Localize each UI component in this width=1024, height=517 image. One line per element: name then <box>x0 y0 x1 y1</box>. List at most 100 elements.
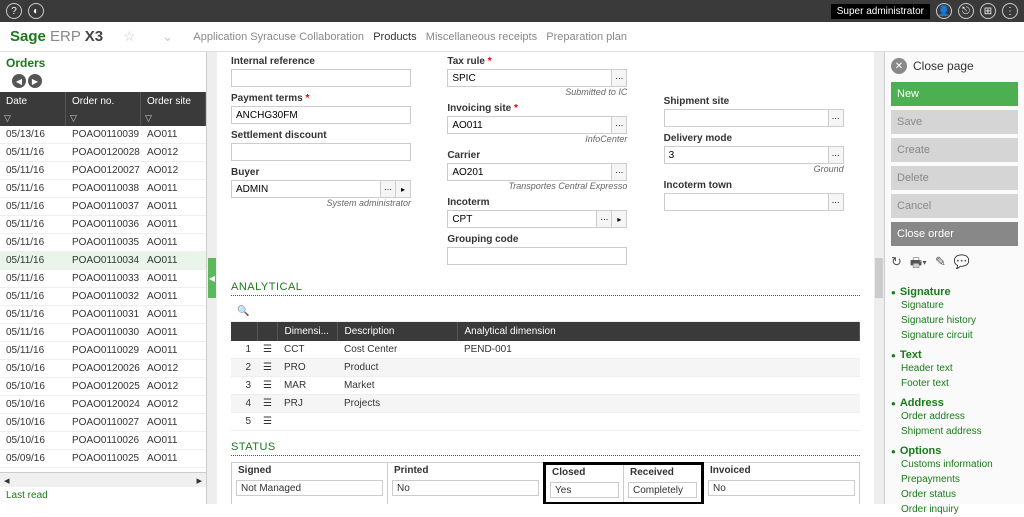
filter-site-icon[interactable]: ▽ <box>141 111 206 126</box>
side-link[interactable]: Order status <box>891 487 1018 502</box>
table-row[interactable]: 05/11/16POAO0110030AO011 <box>0 324 206 342</box>
analytical-row[interactable]: 5☰ <box>231 413 860 431</box>
tax-rule-input[interactable] <box>447 69 612 87</box>
options-section[interactable]: Options <box>891 445 1018 457</box>
col-dimension[interactable]: Dimensi... <box>278 322 338 342</box>
help-icon[interactable]: ? <box>6 3 22 19</box>
side-link[interactable]: Order inquiry <box>891 502 1018 517</box>
side-link[interactable]: Customs information <box>891 457 1018 472</box>
table-row[interactable]: 05/10/16POAO0110026AO011 <box>0 432 206 450</box>
topbar: ? ◐ Super administrator 👤 ⎋ ⊞ ⋮ <box>0 0 1024 22</box>
exit-icon[interactable]: ⎋ <box>958 3 974 19</box>
col-analytical-dim[interactable]: Analytical dimension <box>458 322 860 342</box>
filter-date-icon[interactable]: ▽ <box>0 111 66 126</box>
chat-icon[interactable]: 💬 <box>954 254 970 276</box>
table-row[interactable]: 05/11/16POAO0110031AO011 <box>0 306 206 324</box>
grouping-input[interactable] <box>447 247 627 265</box>
incoterm-input[interactable] <box>447 210 597 228</box>
text-section[interactable]: Text <box>891 349 1018 361</box>
chevron-down-icon[interactable]: ⌄ <box>162 28 174 45</box>
side-link[interactable]: Signature circuit <box>891 328 1018 343</box>
table-row[interactable]: 05/13/16POAO0110039AO011 <box>0 126 206 144</box>
filter-order-icon[interactable]: ▽ <box>66 111 141 126</box>
analytical-row[interactable]: 1☰CCTCost CenterPEND-001 <box>231 341 860 359</box>
carrier-input[interactable] <box>447 163 612 181</box>
incot-lookup-icon[interactable]: ⋯ <box>828 193 844 211</box>
table-row[interactable]: 05/10/16POAO0110027AO011 <box>0 414 206 432</box>
analytical-row[interactable]: 2☰PROProduct <box>231 359 860 377</box>
close-order-button[interactable]: Close order <box>891 222 1018 246</box>
analytical-row[interactable]: 3☰MARMarket <box>231 377 860 395</box>
table-row[interactable]: 05/11/16POAO0110034AO011 <box>0 252 206 270</box>
tax-lookup-icon[interactable]: ⋯ <box>611 69 627 87</box>
inco-action-icon[interactable]: ▸ <box>611 210 627 228</box>
user-icon[interactable]: 👤 <box>936 3 952 19</box>
status-invoiced: InvoicedNo <box>703 462 860 504</box>
inv-lookup-icon[interactable]: ⋯ <box>611 116 627 134</box>
settlement-input[interactable] <box>231 143 411 161</box>
new-button[interactable]: New <box>891 82 1018 106</box>
table-row[interactable]: 05/11/16POAO0110037AO011 <box>0 198 206 216</box>
collapse-right-icon[interactable] <box>875 258 883 298</box>
table-row[interactable]: 05/10/16POAO0120024AO012 <box>0 396 206 414</box>
grid-icon[interactable]: ⊞ <box>980 3 996 19</box>
delivery-input[interactable] <box>664 146 829 164</box>
table-row[interactable]: 05/11/16POAO0110038AO011 <box>0 180 206 198</box>
col-description[interactable]: Description <box>338 322 458 342</box>
user-badge[interactable]: Super administrator <box>831 4 930 19</box>
table-row[interactable]: 05/11/16POAO0110035AO011 <box>0 234 206 252</box>
side-link[interactable]: Order address <box>891 409 1018 424</box>
col-date[interactable]: Date <box>0 92 66 111</box>
table-row[interactable]: 05/11/16POAO0110032AO011 <box>0 288 206 306</box>
table-row[interactable]: 05/11/16POAO0110029AO011 <box>0 342 206 360</box>
analytical-row[interactable]: 4☰PRJProjects <box>231 395 860 413</box>
more-icon[interactable]: ⋮ <box>1002 3 1018 19</box>
side-link[interactable]: Signature <box>891 298 1018 313</box>
buyer-action-icon[interactable]: ▸ <box>395 180 411 198</box>
table-row[interactable]: 05/10/16POAO0120026AO012 <box>0 360 206 378</box>
address-section[interactable]: Address <box>891 397 1018 409</box>
analytical-title: ANALYTICAL <box>231 281 860 296</box>
table-row[interactable]: 05/11/16POAO0120028AO012 <box>0 144 206 162</box>
h-scrollbar[interactable]: ◂▸ <box>0 472 206 487</box>
favorite-icon[interactable]: ☆ <box>123 28 136 45</box>
splitter-left[interactable]: ◀ <box>207 52 217 504</box>
refresh-icon[interactable]: ↻ <box>891 254 902 276</box>
side-link[interactable]: Header text <box>891 361 1018 376</box>
search-icon[interactable]: 🔍 <box>237 306 249 317</box>
carrier-lookup-icon[interactable]: ⋯ <box>611 163 627 181</box>
ship-lookup-icon[interactable]: ⋯ <box>828 109 844 127</box>
del-lookup-icon[interactable]: ⋯ <box>828 146 844 164</box>
invoicing-input[interactable] <box>447 116 612 134</box>
table-row[interactable]: 05/10/16POAO0120025AO012 <box>0 378 206 396</box>
table-row[interactable]: 05/11/16POAO0110033AO011 <box>0 270 206 288</box>
buyer-input[interactable] <box>231 180 381 198</box>
grid-body[interactable]: 05/13/16POAO0110039AO01105/11/16POAO0120… <box>0 126 206 472</box>
splitter-right[interactable] <box>874 52 884 504</box>
internal-ref-input[interactable] <box>231 69 411 87</box>
incoterm-town-input[interactable] <box>664 193 829 211</box>
next-icon[interactable]: ▶ <box>28 74 42 88</box>
col-site[interactable]: Order site <box>141 92 206 111</box>
shipment-input[interactable] <box>664 109 829 127</box>
attach-icon[interactable]: ✎ <box>935 254 946 276</box>
signature-section[interactable]: Signature <box>891 286 1018 298</box>
print-icon[interactable]: 🖶▾ <box>910 254 927 276</box>
filter-row: ▽ ▽ ▽ <box>0 111 206 126</box>
close-page-button[interactable]: ✕Close page <box>891 58 1018 74</box>
prev-icon[interactable]: ◀ <box>12 74 26 88</box>
side-link[interactable]: Prepayments <box>891 472 1018 487</box>
side-link[interactable]: Shipment address <box>891 424 1018 439</box>
collapse-left-icon[interactable]: ◀ <box>208 258 216 298</box>
table-row[interactable]: 05/11/16POAO0120027AO012 <box>0 162 206 180</box>
last-read-link[interactable]: Last read <box>0 487 206 504</box>
table-row[interactable]: 05/09/16POAO0110025AO011 <box>0 450 206 468</box>
side-link[interactable]: Signature history <box>891 313 1018 328</box>
payment-terms-input[interactable] <box>231 106 411 124</box>
buyer-lookup-icon[interactable]: ⋯ <box>380 180 396 198</box>
inco-lookup-icon[interactable]: ⋯ <box>596 210 612 228</box>
col-order[interactable]: Order no. <box>66 92 141 111</box>
side-link[interactable]: Footer text <box>891 376 1018 391</box>
table-row[interactable]: 05/11/16POAO0110036AO011 <box>0 216 206 234</box>
globe-icon[interactable]: ◐ <box>28 3 44 19</box>
